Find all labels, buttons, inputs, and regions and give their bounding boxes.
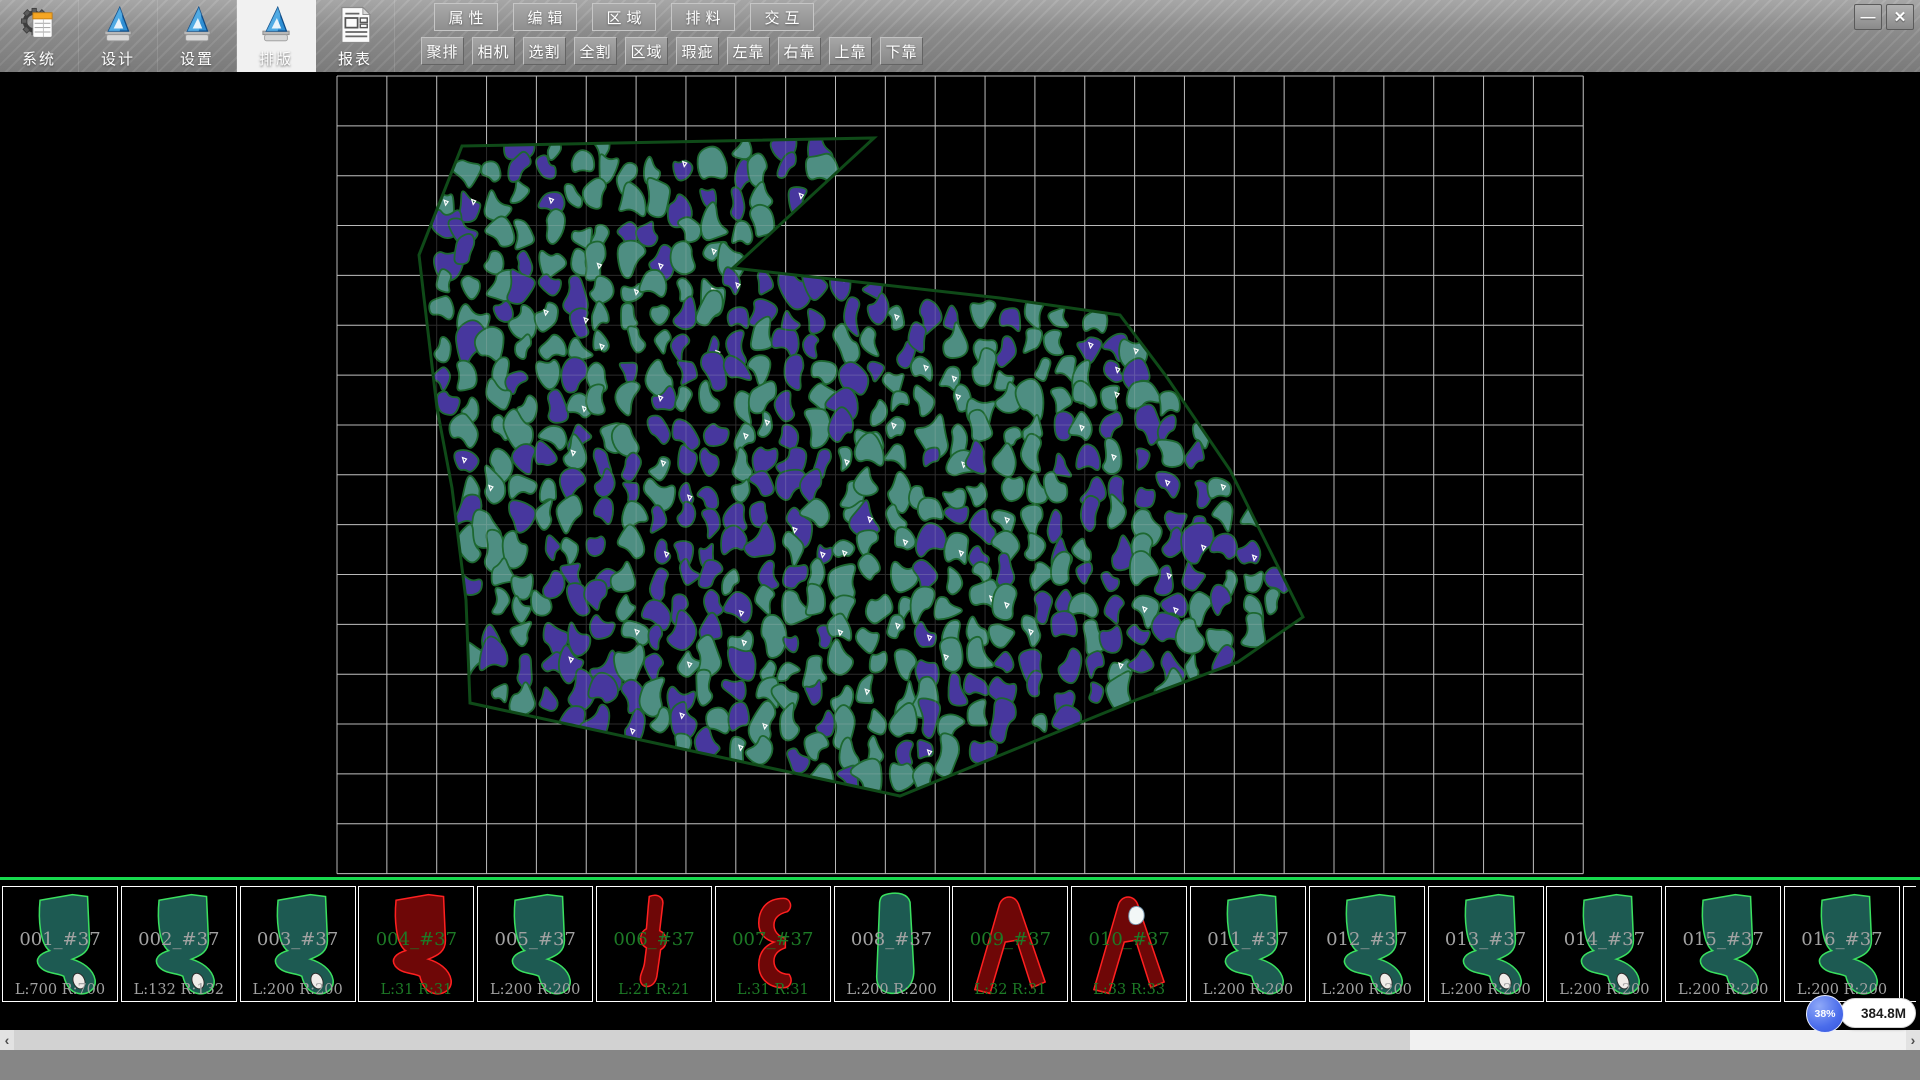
progress-circle[interactable]: 38% [1806,995,1844,1033]
nav-button-3[interactable]: 设置 [158,0,237,72]
tool-button-1[interactable]: 聚排 [421,37,464,65]
part-shape [716,887,830,1001]
window-controls: — ✕ [1854,4,1914,30]
thumbnail-part-003_#37[interactable]: 003_#37L:200 R:200 [240,886,356,1002]
nav-button-label: 排版 [259,48,293,69]
thumbnail-part-012_#37[interactable]: 012_#37L:200 R:200 [1309,886,1425,1002]
nav-button-5[interactable]: 报表 [316,0,395,72]
thumbnail-part-002_#37[interactable]: 002_#37L:132 R:132 [121,886,237,1002]
menu-tabs: 属性编辑区域排料交互 [434,3,814,31]
part-shape [122,887,236,1001]
tool-button-9[interactable]: 上靠 [829,37,872,65]
thumbnail-part-010_#37[interactable]: 010_#37L:33 R:33 [1071,886,1187,1002]
minimize-button[interactable]: — [1854,4,1882,30]
nav-button-2[interactable]: 设计 [79,0,158,72]
nav-button-label: 设计 [101,48,135,69]
thumbnail-part-011_#37[interactable]: 011_#37L:200 R:200 [1190,886,1306,1002]
part-shape [1785,887,1899,1001]
design-icon [97,4,139,46]
nesting-icon [255,4,297,46]
horizontal-scrollbar[interactable]: ‹ › [0,1030,1920,1050]
nav-button-label: 报表 [338,48,372,69]
tool-button-2[interactable]: 相机 [472,37,515,65]
system-icon [18,4,60,46]
part-shape [1072,887,1186,1001]
scrollbar-thumb[interactable] [14,1030,1410,1050]
nav-buttons: 系统 设计 设置 排版 报表 [0,0,395,72]
tool-button-5[interactable]: 区域 [625,37,668,65]
progress-badge: 384.8M 38% [1806,995,1918,1035]
thumbnail-list: 001_#37L:700 R:700002_#37L:132 R:132003_… [2,886,1920,1002]
thumbnail-part-007_#37[interactable]: 007_#37L:31 R:31 [715,886,831,1002]
thumbnail-part-005_#37[interactable]: 005_#37L:200 R:200 [477,886,593,1002]
thumbnail-part-004_#37[interactable]: 004_#37L:31 R:31 [358,886,474,1002]
part-shape [1547,887,1661,1001]
part-shape [597,887,711,1001]
nesting-canvas[interactable] [0,72,1920,877]
thumbnail-part-016_#37[interactable]: 016_#37L:200 R:200 [1784,886,1900,1002]
part-shape [478,887,592,1001]
tool-button-10[interactable]: 下靠 [880,37,923,65]
tool-button-4[interactable]: 全割 [574,37,617,65]
menu-tab-2[interactable]: 编辑 [513,3,577,31]
menu-tab-1[interactable]: 属性 [434,3,498,31]
nav-button-label: 系统 [22,48,56,69]
menu-tab-4[interactable]: 排料 [671,3,735,31]
part-shape [3,887,117,1001]
strip-separator-line [0,877,1920,880]
menu-tab-3[interactable]: 区域 [592,3,656,31]
thumbnail-part-013_#37[interactable]: 013_#37L:200 R:200 [1428,886,1544,1002]
tool-button-8[interactable]: 右靠 [778,37,821,65]
part-shape [1666,887,1780,1001]
nav-button-4[interactable]: 排版 [237,0,316,72]
tool-buttons: 聚排相机选割全割区域瑕疵左靠右靠上靠下靠 [421,37,923,65]
part-shape [1191,887,1305,1001]
tool-button-6[interactable]: 瑕疵 [676,37,719,65]
thumbnail-part-partial[interactable] [1903,886,1916,1002]
thumbnail-part-014_#37[interactable]: 014_#37L:200 R:200 [1546,886,1662,1002]
report-icon [334,4,376,46]
settings-icon [176,4,218,46]
thumbnail-strip: 001_#37L:700 R:700002_#37L:132 R:132003_… [0,877,1920,1030]
part-shape [1429,887,1543,1001]
tool-button-7[interactable]: 左靠 [727,37,770,65]
part-shape [1310,887,1424,1001]
thumbnail-part-008_#37[interactable]: 008_#37L:200 R:200 [834,886,950,1002]
thumbnail-part-009_#37[interactable]: 009_#37L:32 R:31 [952,886,1068,1002]
nav-button-label: 设置 [180,48,214,69]
app-window: 系统设计设置排版报表 属性编辑区域排料交互 聚排相机选割全割区域瑕疵左靠右靠上靠… [0,0,1920,1080]
part-shape [241,887,355,1001]
thumbnail-part-015_#37[interactable]: 015_#37L:200 R:200 [1665,886,1781,1002]
status-bar [0,1050,1920,1080]
part-shape [835,887,949,1001]
part-shape [953,887,1067,1001]
memory-pill: 384.8M [1840,998,1916,1028]
scroll-left-arrow[interactable]: ‹ [0,1030,14,1050]
menu-tab-5[interactable]: 交互 [750,3,814,31]
thumbnail-part-006_#37[interactable]: 006_#37L:21 R:21 [596,886,712,1002]
tool-button-3[interactable]: 选割 [523,37,566,65]
close-button[interactable]: ✕ [1886,4,1914,30]
part-shape [1904,887,1916,1001]
toolbar: 系统设计设置排版报表 属性编辑区域排料交互 聚排相机选割全割区域瑕疵左靠右靠上靠… [0,0,1920,72]
part-shape [359,887,473,1001]
nav-button-1[interactable]: 系统 [0,0,79,72]
thumbnail-part-001_#37[interactable]: 001_#37L:700 R:700 [2,886,118,1002]
